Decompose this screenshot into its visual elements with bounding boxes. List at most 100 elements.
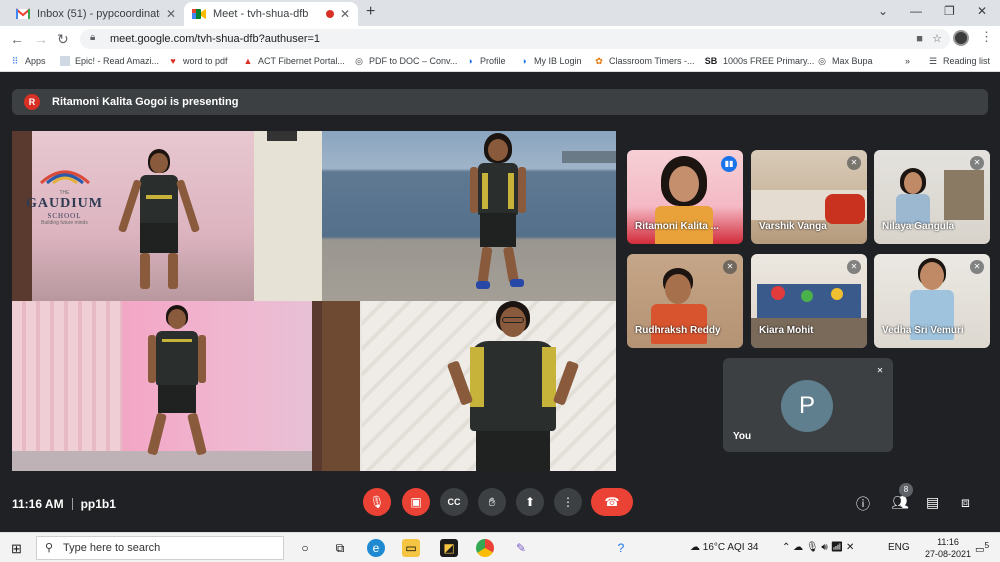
more-options-button[interactable]: ⋮: [554, 488, 582, 516]
tray-icons[interactable]: ⌃ ☁︎ 🎙︎ 🔊︎ 📶︎ ✕: [782, 542, 854, 553]
hang-up-icon: ☎︎: [604, 495, 620, 509]
forward-icon[interactable]: →: [34, 31, 48, 47]
system-clock[interactable]: 11:16 27-08-2021: [918, 536, 978, 560]
participant-name: Vedha Sri Vemuri: [882, 325, 964, 336]
search-placeholder: Type here to search: [63, 542, 161, 554]
raise-hand-button[interactable]: ✋︎: [478, 488, 506, 516]
address-bar-row: ← → ↻ 🔒︎ meet.google.com/tvh-shua-dfb?au…: [0, 26, 1000, 52]
globe-icon: ◎: [355, 56, 363, 66]
new-tab-icon[interactable]: +: [366, 3, 375, 21]
camera-toggle-button[interactable]: ▣: [402, 488, 430, 516]
notifications-icon[interactable]: ▭5: [975, 540, 989, 555]
bookmark-act-fibernet[interactable]: ▲ ACT Fibernet Portal...: [243, 56, 345, 66]
present-screen-icon: ⬆: [524, 495, 536, 509]
captions-button[interactable]: CC: [440, 488, 468, 516]
profile-avatar[interactable]: [953, 30, 969, 46]
url-field[interactable]: 🔒︎ meet.google.com/tvh-shua-dfb?authuser…: [80, 29, 950, 49]
browser-tab-strip: Inbox (51) - pypcoordinator@the ✕ Meet -…: [0, 0, 1000, 26]
bookmark-max-bupa[interactable]: ◎ Max Bupa: [817, 56, 872, 66]
participant-name: Rudhraksh Reddy: [635, 325, 721, 336]
reload-icon[interactable]: ↻: [57, 31, 69, 48]
paint-icon[interactable]: ✎: [512, 539, 530, 557]
gmail-icon: [16, 8, 30, 19]
bookmark-profile[interactable]: ◑ Profile: [465, 56, 505, 66]
present-button[interactable]: ⬆: [516, 488, 544, 516]
activities-button[interactable]: ⧈: [961, 494, 970, 511]
leave-call-button[interactable]: ☎︎: [591, 488, 633, 516]
browser-menu-icon[interactable]: ⋮: [980, 29, 993, 45]
mic-off-icon: ✕: [970, 156, 984, 170]
mic-off-icon: ✕: [847, 156, 861, 170]
participant-tile[interactable]: ✕ Vedha Sri Vemuri: [874, 254, 990, 348]
bookmark-my-ib-login[interactable]: ◑ My IB Login: [519, 56, 581, 66]
act-logo-icon: ▲: [243, 56, 253, 66]
weather-icon: ☁︎: [690, 542, 700, 553]
globe-icon: ◎: [818, 56, 826, 66]
ib-icon: ◑: [467, 56, 473, 66]
participant-tile[interactable]: ✕ Kiara Mohit: [751, 254, 867, 348]
bookmarks-bar: ⠿ Apps Epic! - Read Amazi... ♥ word to pdf…: [0, 52, 1000, 72]
language-indicator[interactable]: ENG: [888, 542, 910, 553]
help-icon[interactable]: ?: [612, 539, 630, 557]
back-icon[interactable]: ←: [10, 31, 24, 47]
chrome-icon[interactable]: [476, 539, 494, 557]
presentation-screen[interactable]: THE GAUDIUM SCHOOL Building future minds: [12, 131, 616, 471]
presenter-avatar: R: [24, 94, 40, 110]
meeting-code[interactable]: pp1b1: [81, 497, 116, 511]
participant-name: Ritamoni Kalita ...: [635, 221, 719, 232]
self-label: You: [733, 431, 752, 442]
bookmarks-overflow[interactable]: »: [905, 56, 910, 66]
heart-icon: ♥: [170, 56, 176, 66]
restore-icon[interactable]: ❐: [944, 4, 955, 18]
close-tab-icon[interactable]: ✕: [340, 7, 350, 21]
distant-city: [562, 151, 616, 163]
mic-toggle-button[interactable]: 🎙︎: [363, 488, 391, 516]
sticky-notes-icon[interactable]: ◩: [440, 539, 458, 557]
windows-taskbar: ⊞ ⚲ Type here to search ○ ⧉ e ▭ ◩ ✎ ? ☁︎…: [0, 532, 1000, 562]
participant-name: Varshik Vanga: [759, 221, 827, 232]
file-explorer-icon[interactable]: ▭: [402, 539, 420, 557]
people-count-badge: 8: [899, 483, 913, 497]
door: [322, 301, 360, 471]
chat-button[interactable]: ▤: [926, 494, 939, 511]
tab-title: Inbox (51) - pypcoordinator@the: [37, 8, 160, 20]
participant-tile[interactable]: ▮▮ Ritamoni Kalita ...: [627, 150, 743, 244]
mic-off-icon: ✕: [847, 260, 861, 274]
camera-icon[interactable]: ■: [916, 33, 923, 45]
meeting-details-button[interactable]: ⓘ: [856, 494, 870, 514]
bookmark-classroom-timers[interactable]: ✿ Classroom Timers -...: [594, 56, 694, 66]
bookmark-epic[interactable]: Epic! - Read Amazi...: [60, 56, 159, 66]
edge-icon[interactable]: e: [367, 539, 385, 557]
participant-tile[interactable]: ✕ Rudhraksh Reddy: [627, 254, 743, 348]
tab-gmail[interactable]: Inbox (51) - pypcoordinator@the ✕: [8, 2, 184, 26]
bookmark-star-icon[interactable]: ☆: [932, 33, 942, 45]
bookmark-pdf-to-doc[interactable]: ◎ PDF to DOC – Conv...: [354, 56, 457, 66]
bookmark-apps[interactable]: ⠿ Apps: [10, 56, 46, 66]
participant-tile[interactable]: ✕ Varshik Vanga: [751, 150, 867, 244]
ib-icon: ◑: [521, 56, 527, 66]
door-frame: [312, 301, 322, 471]
school-logo: THE GAUDIUM SCHOOL Building future minds: [26, 167, 103, 226]
taskbar-search-box[interactable]: ⚲ Type here to search: [36, 536, 284, 560]
recording-indicator-icon: [325, 10, 334, 18]
bookmark-free-primary[interactable]: SB 1000s FREE Primary...: [704, 56, 815, 66]
activities-icon: ⧈: [961, 494, 970, 510]
weather-widget[interactable]: ☁︎ 16°C AQI 34: [690, 542, 758, 553]
participant-tile[interactable]: ✕ Nilaya Gangula: [874, 150, 990, 244]
task-view-icon[interactable]: ⧉: [331, 539, 349, 557]
close-window-icon[interactable]: ✕: [977, 4, 987, 18]
reading-list[interactable]: ☰ Reading list: [928, 56, 990, 66]
close-tab-icon[interactable]: ✕: [166, 7, 176, 21]
meeting-info: 11:16 AM pp1b1: [12, 497, 116, 511]
floor: [12, 451, 322, 471]
meeting-time: 11:16 AM: [12, 497, 64, 511]
info-icon: ⓘ: [856, 496, 870, 512]
tab-search-icon[interactable]: ⌄: [878, 4, 888, 18]
cortana-icon[interactable]: ○: [296, 539, 314, 557]
participant-name: Nilaya Gangula: [882, 221, 955, 232]
tab-meet[interactable]: Meet - tvh-shua-dfb ✕: [184, 2, 358, 26]
bookmark-word-to-pdf[interactable]: ♥ word to pdf: [168, 56, 227, 66]
minimize-icon[interactable]: —: [910, 4, 922, 18]
windows-start-icon[interactable]: ⊞: [11, 541, 22, 557]
self-tile[interactable]: P ✕ You: [723, 358, 893, 452]
